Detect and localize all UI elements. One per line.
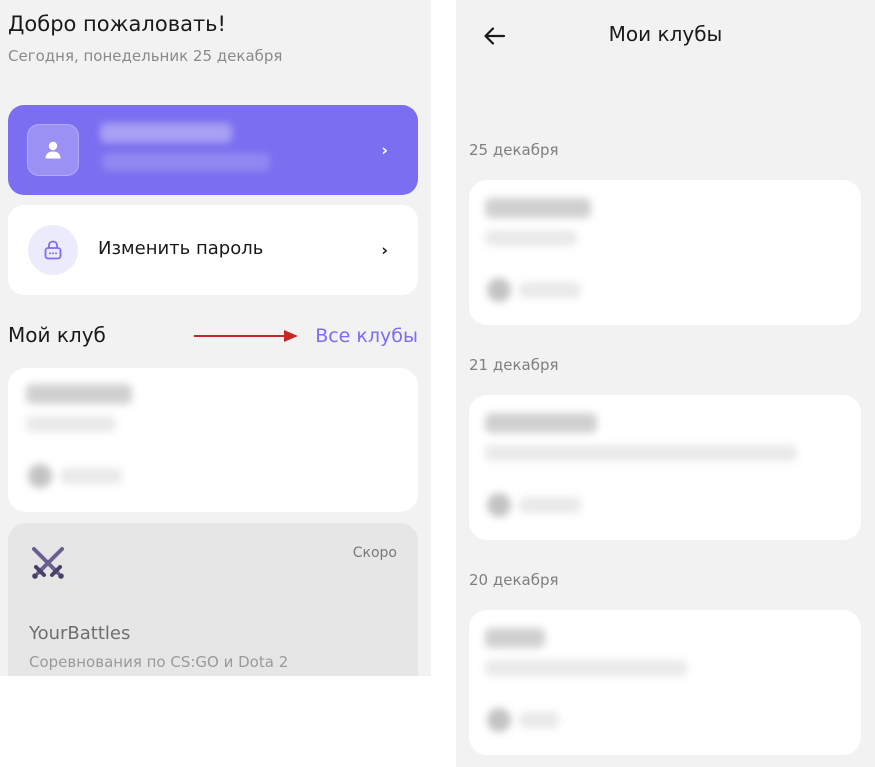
chevron-right-icon: › <box>381 240 388 260</box>
club-name-redacted <box>485 628 545 648</box>
club-subtitle-redacted <box>485 660 687 676</box>
yourbattles-card[interactable]: Скоро YourBattles Соревнования по CS:GO … <box>8 523 418 676</box>
crossed-swords-icon <box>32 547 64 579</box>
chevron-right-icon: › <box>381 140 388 160</box>
user-icon <box>27 124 79 176</box>
club-member-avatar-redacted <box>487 278 511 302</box>
battles-description: Соревнования по CS:GO и Dota 2 <box>29 653 289 671</box>
club-members-redacted <box>519 497 581 513</box>
club-members-redacted <box>60 468 122 484</box>
club-member-avatar-redacted <box>28 464 52 488</box>
profile-card[interactable]: › <box>8 105 418 195</box>
all-clubs-link[interactable]: Все клубы <box>315 325 418 347</box>
date-group-label: 25 декабря <box>469 141 559 159</box>
club-member-avatar-redacted <box>487 708 511 732</box>
change-password-button[interactable]: Изменить пароль › <box>8 205 418 295</box>
page-title: Мои клубы <box>608 22 723 46</box>
club-card[interactable] <box>469 395 861 540</box>
club-card[interactable] <box>469 180 861 325</box>
profile-subtitle-redacted <box>102 153 270 171</box>
welcome-date: Сегодня, понедельник 25 декабря <box>8 47 283 65</box>
my-club-heading: Мой клуб <box>8 323 106 347</box>
club-members-redacted <box>519 282 581 298</box>
club-name-redacted <box>485 413 597 433</box>
lock-icon <box>28 225 78 275</box>
club-card[interactable] <box>8 368 418 512</box>
club-members-redacted <box>519 712 559 728</box>
home-screen: Добро пожаловать! Сегодня, понедельник 2… <box>0 0 431 676</box>
date-group-label: 21 декабря <box>469 356 559 374</box>
welcome-title: Добро пожаловать! <box>8 12 226 36</box>
annotation-arrow-icon <box>194 330 298 342</box>
change-password-label: Изменить пароль <box>98 238 264 259</box>
club-subtitle-redacted <box>485 445 797 461</box>
my-clubs-screen: Мои клубы 25 декабря 21 декабря 20 декаб… <box>456 0 875 767</box>
profile-name-redacted <box>100 123 232 143</box>
club-subtitle-redacted <box>26 416 116 432</box>
club-subtitle-redacted <box>485 230 577 246</box>
club-name-redacted <box>26 384 132 404</box>
date-group-label: 20 декабря <box>469 571 559 589</box>
soon-badge: Скоро <box>352 545 397 561</box>
battles-title: YourBattles <box>29 623 131 644</box>
club-name-redacted <box>485 198 591 218</box>
club-member-avatar-redacted <box>487 493 511 517</box>
club-card[interactable] <box>469 610 861 755</box>
